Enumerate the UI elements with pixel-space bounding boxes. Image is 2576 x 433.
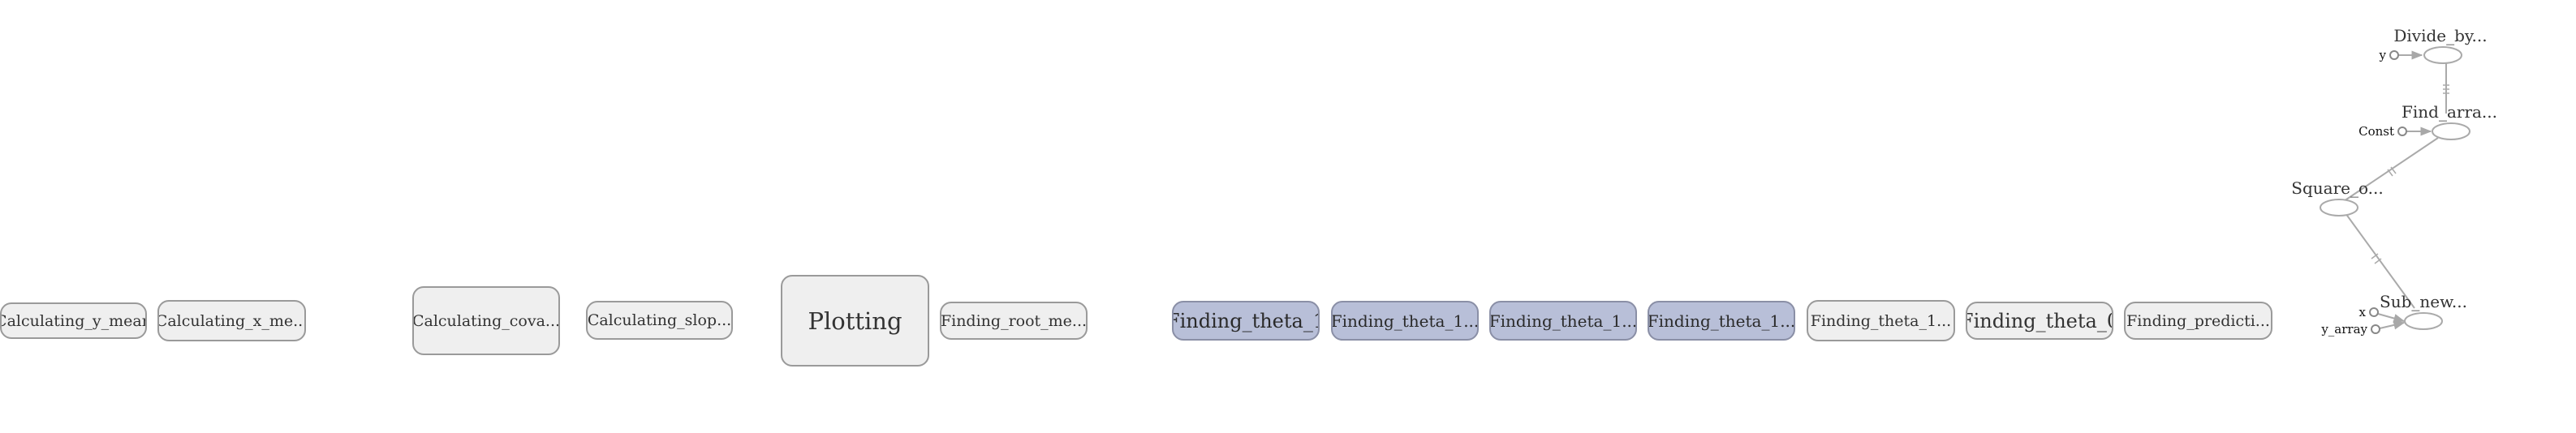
op-divide-label: Divide_by... bbox=[2393, 26, 2487, 45]
edge-x-to-sub bbox=[2377, 313, 2406, 323]
edge-find-to-square-hatch bbox=[2387, 166, 2397, 177]
op-sub-ellipse[interactable] bbox=[2404, 312, 2443, 330]
port-const-label: Const bbox=[2358, 124, 2394, 139]
port-x-circle[interactable] bbox=[2369, 307, 2379, 317]
port-y-circle[interactable] bbox=[2389, 50, 2399, 60]
op-find-label: Find_arra... bbox=[2402, 102, 2497, 122]
port-yarray-label: y_array bbox=[2320, 322, 2367, 337]
op-square-label: Square_o... bbox=[2291, 178, 2383, 198]
graph-canvas: Calculating_y_mean Calculating_x_me... C… bbox=[0, 0, 2576, 433]
port-x-label: x bbox=[2359, 305, 2367, 319]
op-find-ellipse[interactable] bbox=[2432, 122, 2470, 140]
op-divide-ellipse[interactable] bbox=[2423, 46, 2462, 64]
port-const-circle[interactable] bbox=[2397, 126, 2407, 136]
edge-square-to-sub-hatch bbox=[2371, 253, 2382, 264]
subgraph-svg: Divide_by... Find_arra... Square_o... Su… bbox=[2291, 26, 2497, 337]
port-y-label: y bbox=[2379, 48, 2387, 62]
op-sub-label: Sub_new... bbox=[2380, 292, 2467, 311]
edge-yarray-to-sub bbox=[2379, 320, 2406, 330]
port-yarray-circle[interactable] bbox=[2371, 324, 2380, 334]
op-square-ellipse[interactable] bbox=[2320, 199, 2358, 216]
